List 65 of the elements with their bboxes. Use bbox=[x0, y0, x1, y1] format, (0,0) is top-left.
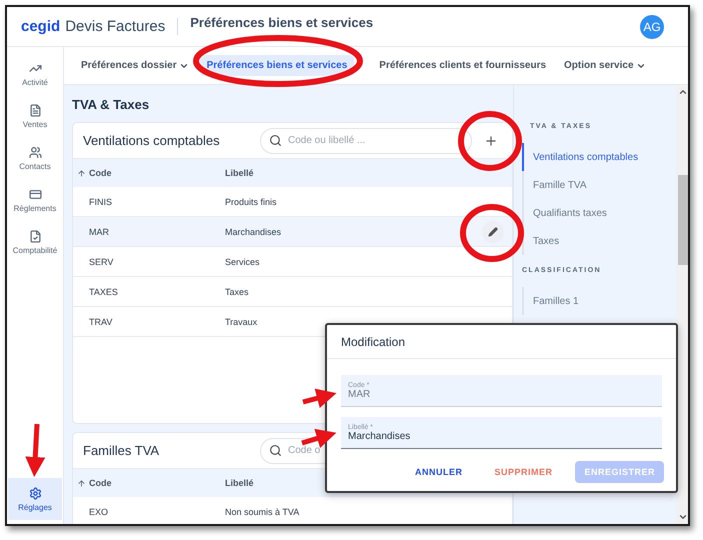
sidebar-item[interactable]: Activité bbox=[7, 53, 63, 95]
app-name: Devis Factures bbox=[65, 18, 178, 35]
sidebar-item[interactable]: Réglages bbox=[8, 478, 62, 520]
nav-tab[interactable]: Préférences dossier bbox=[74, 55, 196, 76]
table-cell-text: EXO bbox=[89, 506, 110, 516]
table-cell-text: SERV bbox=[89, 256, 114, 266]
table-cell-text: TAXES bbox=[89, 286, 119, 296]
column-header: Libellé bbox=[225, 478, 255, 488]
pencil-icon bbox=[488, 226, 498, 236]
table-cell-text: Travaux bbox=[225, 316, 258, 326]
section-title: TVA & Taxes bbox=[72, 97, 150, 112]
nav-link[interactable]: Familles 1 bbox=[522, 287, 676, 315]
sidebar-item[interactable]: Règlements bbox=[7, 179, 63, 221]
search-icon bbox=[269, 444, 282, 457]
nav-tab[interactable]: Option service bbox=[557, 55, 652, 76]
logo: cegid bbox=[21, 18, 60, 35]
field-value: MAR bbox=[348, 388, 372, 400]
column-header[interactable]: Code bbox=[77, 478, 225, 488]
plus-icon bbox=[484, 134, 498, 148]
search-placeholder: Code ou libellé ... bbox=[288, 135, 366, 146]
table-cell-text: Taxes bbox=[225, 286, 250, 296]
edit-button[interactable] bbox=[482, 220, 504, 242]
annotation-ellipse bbox=[458, 111, 522, 171]
user-avatar[interactable]: AG bbox=[640, 14, 664, 38]
nav-tab[interactable]: Préférences clients et fournisseurs bbox=[372, 55, 554, 76]
nav-link[interactable]: Famille TVA bbox=[522, 171, 676, 199]
table-cell-text: Non soumis à TVA bbox=[225, 506, 300, 516]
dialog-title: Modification bbox=[327, 325, 676, 359]
document-icon bbox=[28, 104, 42, 116]
page-title: Préférences biens et services bbox=[190, 15, 374, 30]
column-header: Libellé bbox=[225, 168, 255, 178]
file-check-icon bbox=[28, 230, 42, 242]
table-cell-text: Marchandises bbox=[225, 226, 282, 236]
nav-link[interactable]: Taxes bbox=[522, 227, 676, 255]
annotation-ellipse bbox=[460, 204, 524, 262]
table-cell-text: Services bbox=[225, 256, 261, 266]
field-value: Marchandises bbox=[348, 430, 412, 442]
table-cell-text: Produits finis bbox=[225, 196, 278, 206]
nav-link[interactable]: Qualifiants taxes bbox=[522, 199, 676, 227]
card-title: Familles TVA bbox=[83, 443, 160, 458]
table-cell-text: FINIS bbox=[89, 196, 114, 206]
sort-arrow-icon bbox=[77, 478, 86, 488]
card-title: Ventilations comptables bbox=[83, 133, 221, 148]
column-header[interactable]: Code bbox=[77, 168, 225, 178]
people-icon bbox=[28, 146, 42, 158]
sort-arrow-icon bbox=[77, 168, 86, 178]
search-placeholder: Code o bbox=[288, 445, 320, 456]
settings-icon bbox=[28, 486, 42, 500]
scrollbar[interactable] bbox=[676, 85, 688, 524]
annotation-arrow bbox=[25, 424, 46, 477]
sidebar-item[interactable]: Ventes bbox=[7, 95, 63, 137]
sidebar-item[interactable]: Contacts bbox=[7, 137, 63, 179]
card-icon bbox=[28, 188, 42, 200]
dialog-button[interactable]: ANNULER bbox=[406, 461, 472, 483]
table-cell-text: MAR bbox=[89, 226, 110, 236]
table-cell-text: TRAV bbox=[89, 316, 114, 326]
dialog-button[interactable]: SUPPRIMER bbox=[485, 461, 562, 483]
annotation-arrow bbox=[302, 388, 336, 408]
scroll-up-icon[interactable] bbox=[678, 87, 688, 97]
scroll-down-icon[interactable] bbox=[678, 512, 688, 522]
scroll-thumb[interactable] bbox=[678, 174, 688, 264]
nav-tab[interactable]: Préférences biens et services bbox=[200, 55, 354, 76]
table-row[interactable]: MAR Marchandises bbox=[73, 217, 512, 247]
search-icon bbox=[269, 134, 282, 147]
sidebar-item[interactable]: Comptabilité bbox=[7, 221, 63, 263]
